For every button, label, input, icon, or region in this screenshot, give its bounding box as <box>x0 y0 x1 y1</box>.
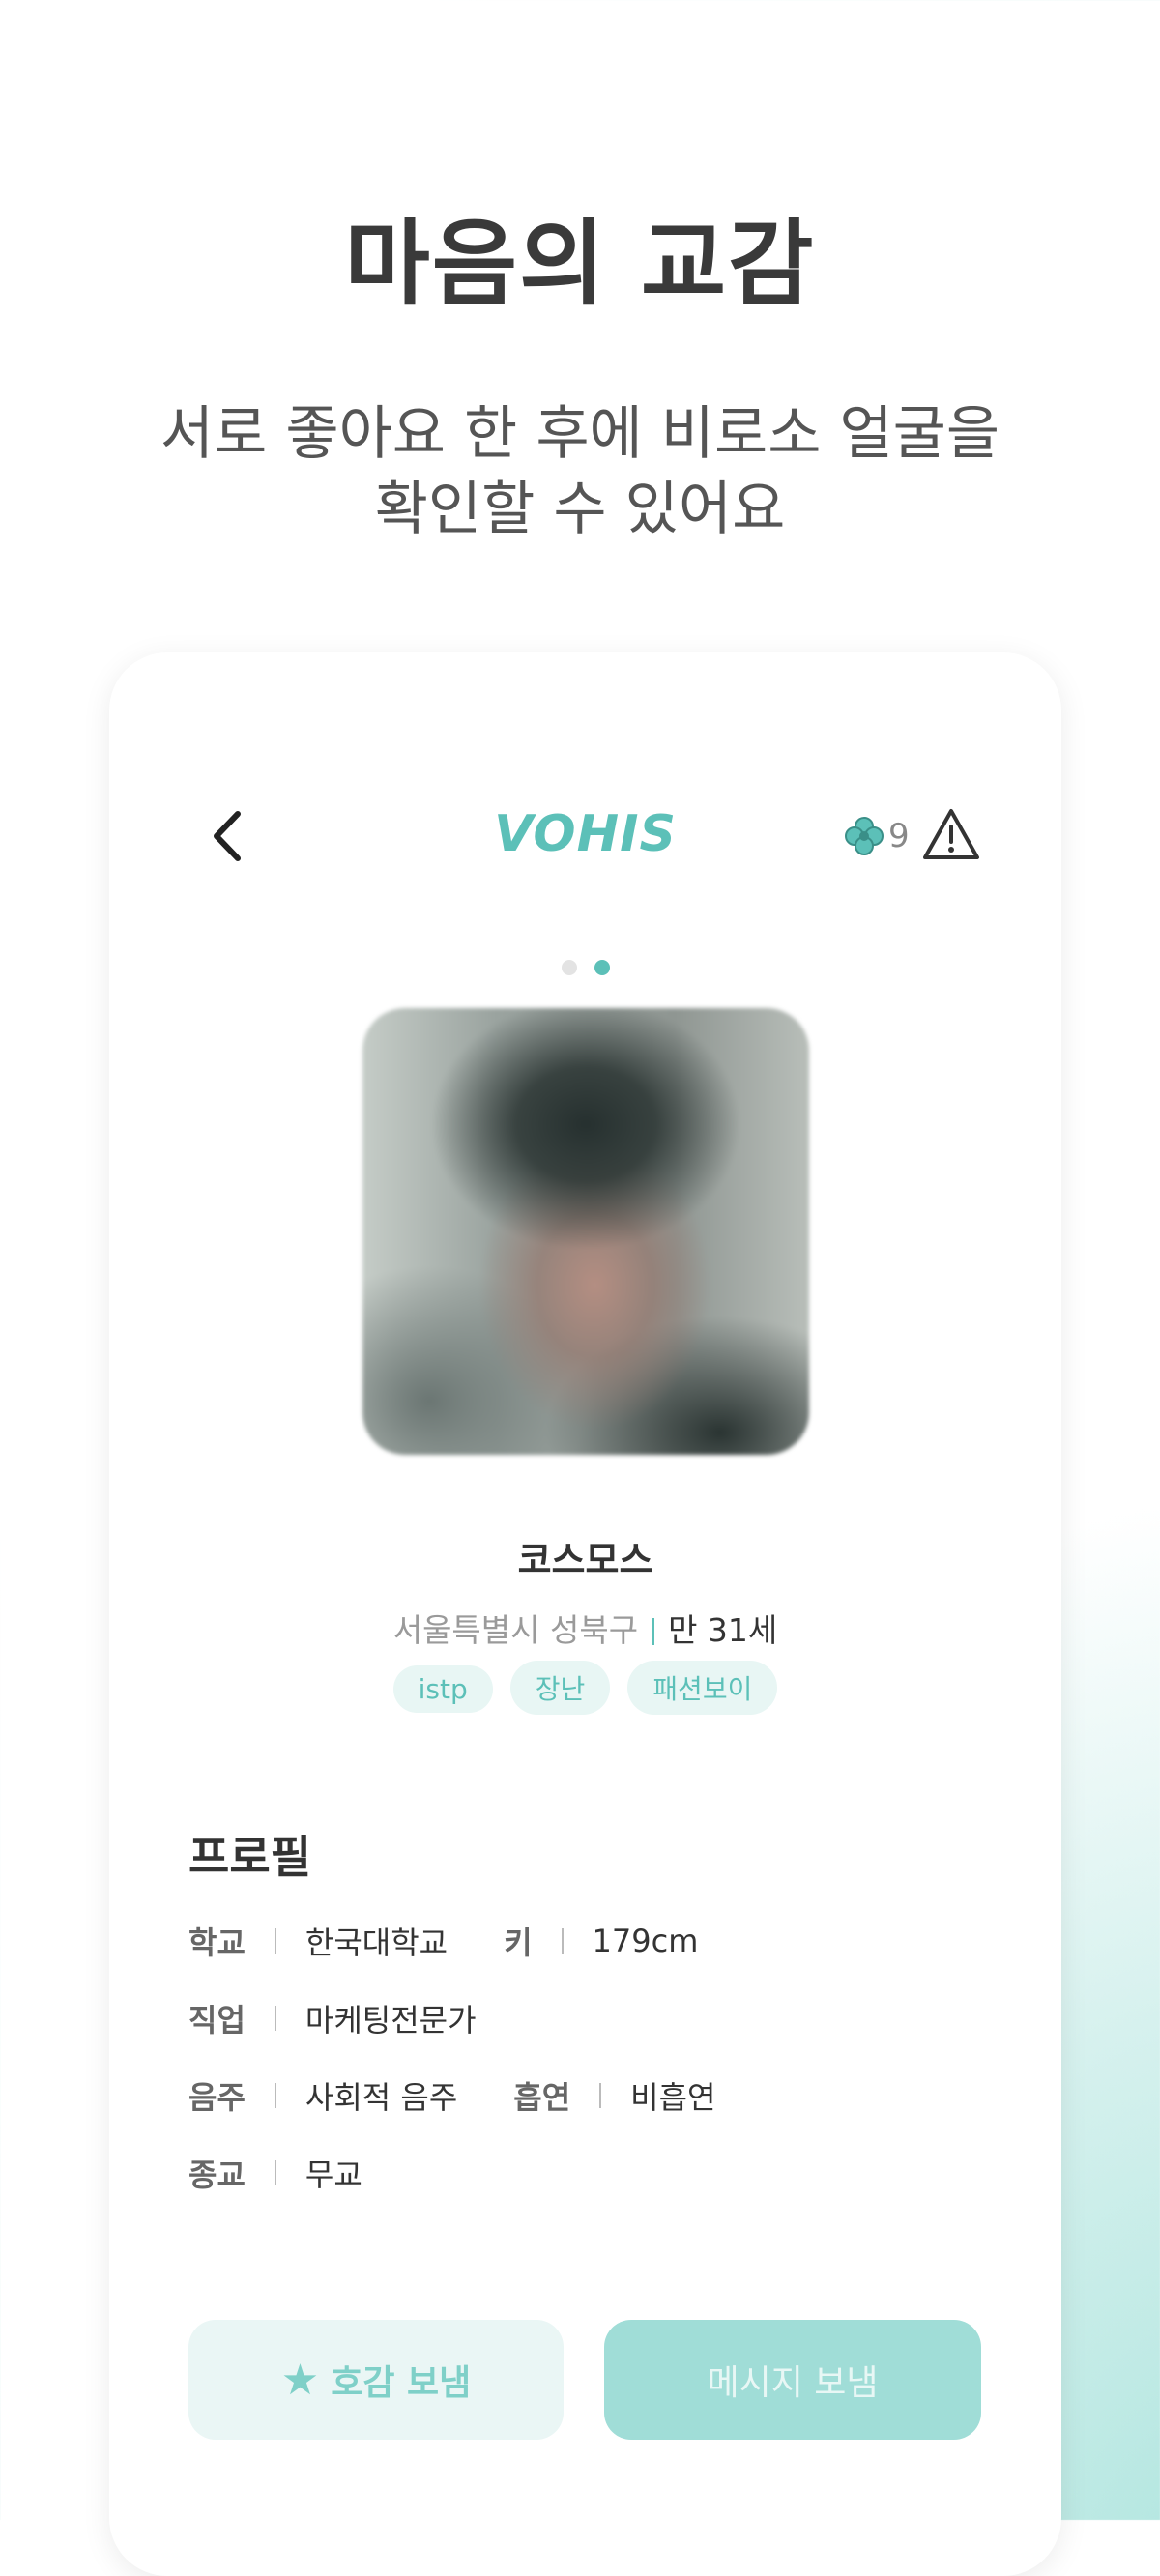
divider <box>561 1928 564 1954</box>
divider <box>274 1928 276 1954</box>
divider <box>599 2083 602 2108</box>
profile-name: 코스모스 <box>517 1539 653 1581</box>
school-value: 한국대학교 <box>304 1925 449 1961</box>
promo-headline: 마음의 교감 <box>344 210 816 318</box>
profile-tags: istp 장난 패션보이 <box>109 1661 1061 1715</box>
brand-logo: VOHIS <box>494 805 677 863</box>
tag-chip: 장난 <box>509 1661 611 1715</box>
top-bar: VOHIS 9 <box>109 797 1061 875</box>
clover-icon <box>845 817 884 855</box>
promo-subline-line-1: 서로 좋아요 한 후에 비로소 얼굴을 <box>160 400 1000 468</box>
message-sent-button[interactable]: 메시지 보냄 <box>604 2320 981 2440</box>
religion-label: 종교 <box>188 2156 246 2193</box>
meta-divider <box>652 1618 655 1645</box>
like-sent-button[interactable]: ★ 호감 보냄 <box>188 2320 564 2440</box>
promo-subline-line-2: 확인할 수 있어요 <box>374 476 786 543</box>
profile-age: 만 31세 <box>668 1611 778 1649</box>
school-label: 학교 <box>188 1925 246 1961</box>
profile-section-title: 프로필 <box>188 1831 311 1883</box>
drink-value: 사회적 음주 <box>304 2079 458 2116</box>
carousel-dot-active[interactable] <box>594 960 610 975</box>
smoke-value: 비흡연 <box>630 2079 716 2116</box>
divider <box>274 2006 276 2031</box>
profile-meta: 서울특별시 성북구 만 31세 <box>109 1605 1061 1651</box>
detail-row-religion: 종교 무교 <box>188 2151 362 2195</box>
detail-row-drink-smoke: 음주 사회적 음주 흡연 비흡연 <box>188 2073 715 2118</box>
profile-card: VOHIS 9 코스모스 서울특별시 성북구 만 31세 istp 장난 패션보… <box>109 652 1061 2576</box>
divider <box>274 2083 276 2108</box>
carousel-indicator <box>109 960 1061 979</box>
message-sent-label: 메시지 보냄 <box>707 2363 879 2403</box>
detail-row-school-height: 학교 한국대학교 키 179cm <box>188 1919 698 1963</box>
promo-subline: 서로 좋아요 한 후에 비로소 얼굴을 확인할 수 있어요 <box>0 396 1160 547</box>
star-icon: ★ <box>280 2355 320 2405</box>
profile-location: 서울특별시 성북구 <box>392 1611 639 1649</box>
profile-photo-blurred[interactable] <box>362 1008 809 1455</box>
height-value: 179cm <box>592 1923 699 1959</box>
clover-count: 9 <box>888 817 910 855</box>
divider <box>274 2160 276 2185</box>
drink-label: 음주 <box>188 2079 246 2116</box>
tag-chip: 패션보이 <box>627 1661 778 1715</box>
clover-balance[interactable]: 9 <box>844 809 910 863</box>
report-button[interactable] <box>921 805 981 865</box>
height-label: 키 <box>504 1925 533 1961</box>
carousel-dot[interactable] <box>561 960 577 975</box>
detail-row-job: 직업 마케팅전문가 <box>188 1996 477 2041</box>
tag-chip: istp <box>392 1665 493 1713</box>
warning-icon <box>923 809 979 859</box>
smoke-label: 흡연 <box>513 2079 571 2116</box>
job-value: 마케팅전문가 <box>304 2002 477 2039</box>
religion-value: 무교 <box>304 2156 362 2193</box>
like-sent-label: 호감 보냄 <box>331 2363 472 2403</box>
job-label: 직업 <box>188 2002 246 2039</box>
